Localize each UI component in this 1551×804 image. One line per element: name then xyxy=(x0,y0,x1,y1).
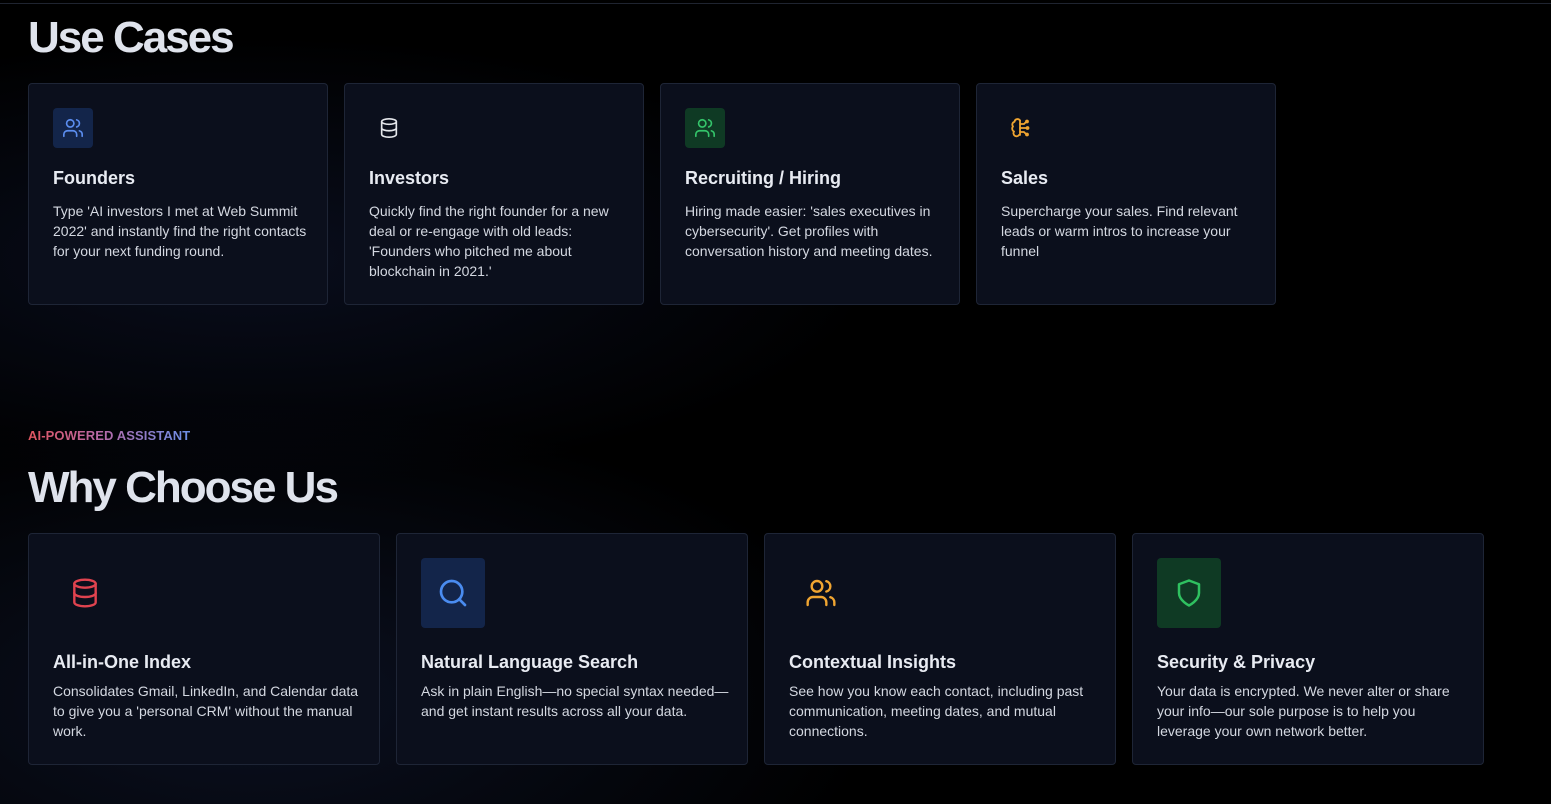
use-case-title: Founders xyxy=(53,168,136,188)
top-divider xyxy=(0,3,1551,4)
use-case-description: Supercharge your sales. Find relevant le… xyxy=(1001,203,1238,259)
use-case-description: Hiring made easier: 'sales executives in… xyxy=(685,203,933,259)
feature-card-security-privacy: Security & Privacy Your data is encrypte… xyxy=(1132,533,1484,765)
database-icon xyxy=(53,558,117,628)
feature-title: All-in-One Index xyxy=(53,652,192,672)
feature-description: See how you know each contact, including… xyxy=(789,683,1084,739)
use-case-title: Recruiting / Hiring xyxy=(685,168,842,188)
feature-title: Contextual Insights xyxy=(789,652,957,672)
feature-card-contextual-insights: Contextual Insights See how you know eac… xyxy=(764,533,1116,765)
feature-description: Ask in plain English—no special syntax n… xyxy=(421,683,729,719)
use-cases-title: Use Cases xyxy=(28,13,235,62)
use-case-title: Investors xyxy=(369,168,450,188)
use-case-card-sales: Sales Supercharge your sales. Find relev… xyxy=(976,83,1276,305)
feature-description: Consolidates Gmail, LinkedIn, and Calend… xyxy=(53,683,359,739)
why-choose-us-title: Why Choose Us xyxy=(28,463,339,512)
feature-title: Natural Language Search xyxy=(421,652,639,672)
brain-icon xyxy=(1001,108,1041,148)
page: Use Cases Founders Type 'AI investors I … xyxy=(0,0,1551,804)
use-case-card-founders: Founders Type 'AI investors I met at Web… xyxy=(28,83,328,305)
use-case-card-investors: Investors Quickly find the right founder… xyxy=(344,83,644,305)
feature-card-all-in-one-index: All-in-One Index Consolidates Gmail, Lin… xyxy=(28,533,380,765)
section-eyebrow: AI-POWERED ASSISTANT xyxy=(28,428,191,443)
use-case-description: Quickly find the right founder for a new… xyxy=(369,203,609,279)
database-icon xyxy=(369,108,409,148)
users-icon xyxy=(789,558,853,628)
feature-description: Your data is encrypted. We never alter o… xyxy=(1157,683,1450,739)
use-case-card-recruiting: Recruiting / Hiring Hiring made easier: … xyxy=(660,83,960,305)
users-icon xyxy=(53,108,93,148)
feature-title: Security & Privacy xyxy=(1157,652,1316,672)
search-icon xyxy=(421,558,485,628)
feature-card-natural-language-search: Natural Language Search Ask in plain Eng… xyxy=(396,533,748,765)
use-case-description: Type 'AI investors I met at Web Summit 2… xyxy=(53,203,307,259)
use-case-title: Sales xyxy=(1001,168,1049,188)
shield-icon xyxy=(1157,558,1221,628)
users-icon xyxy=(685,108,725,148)
